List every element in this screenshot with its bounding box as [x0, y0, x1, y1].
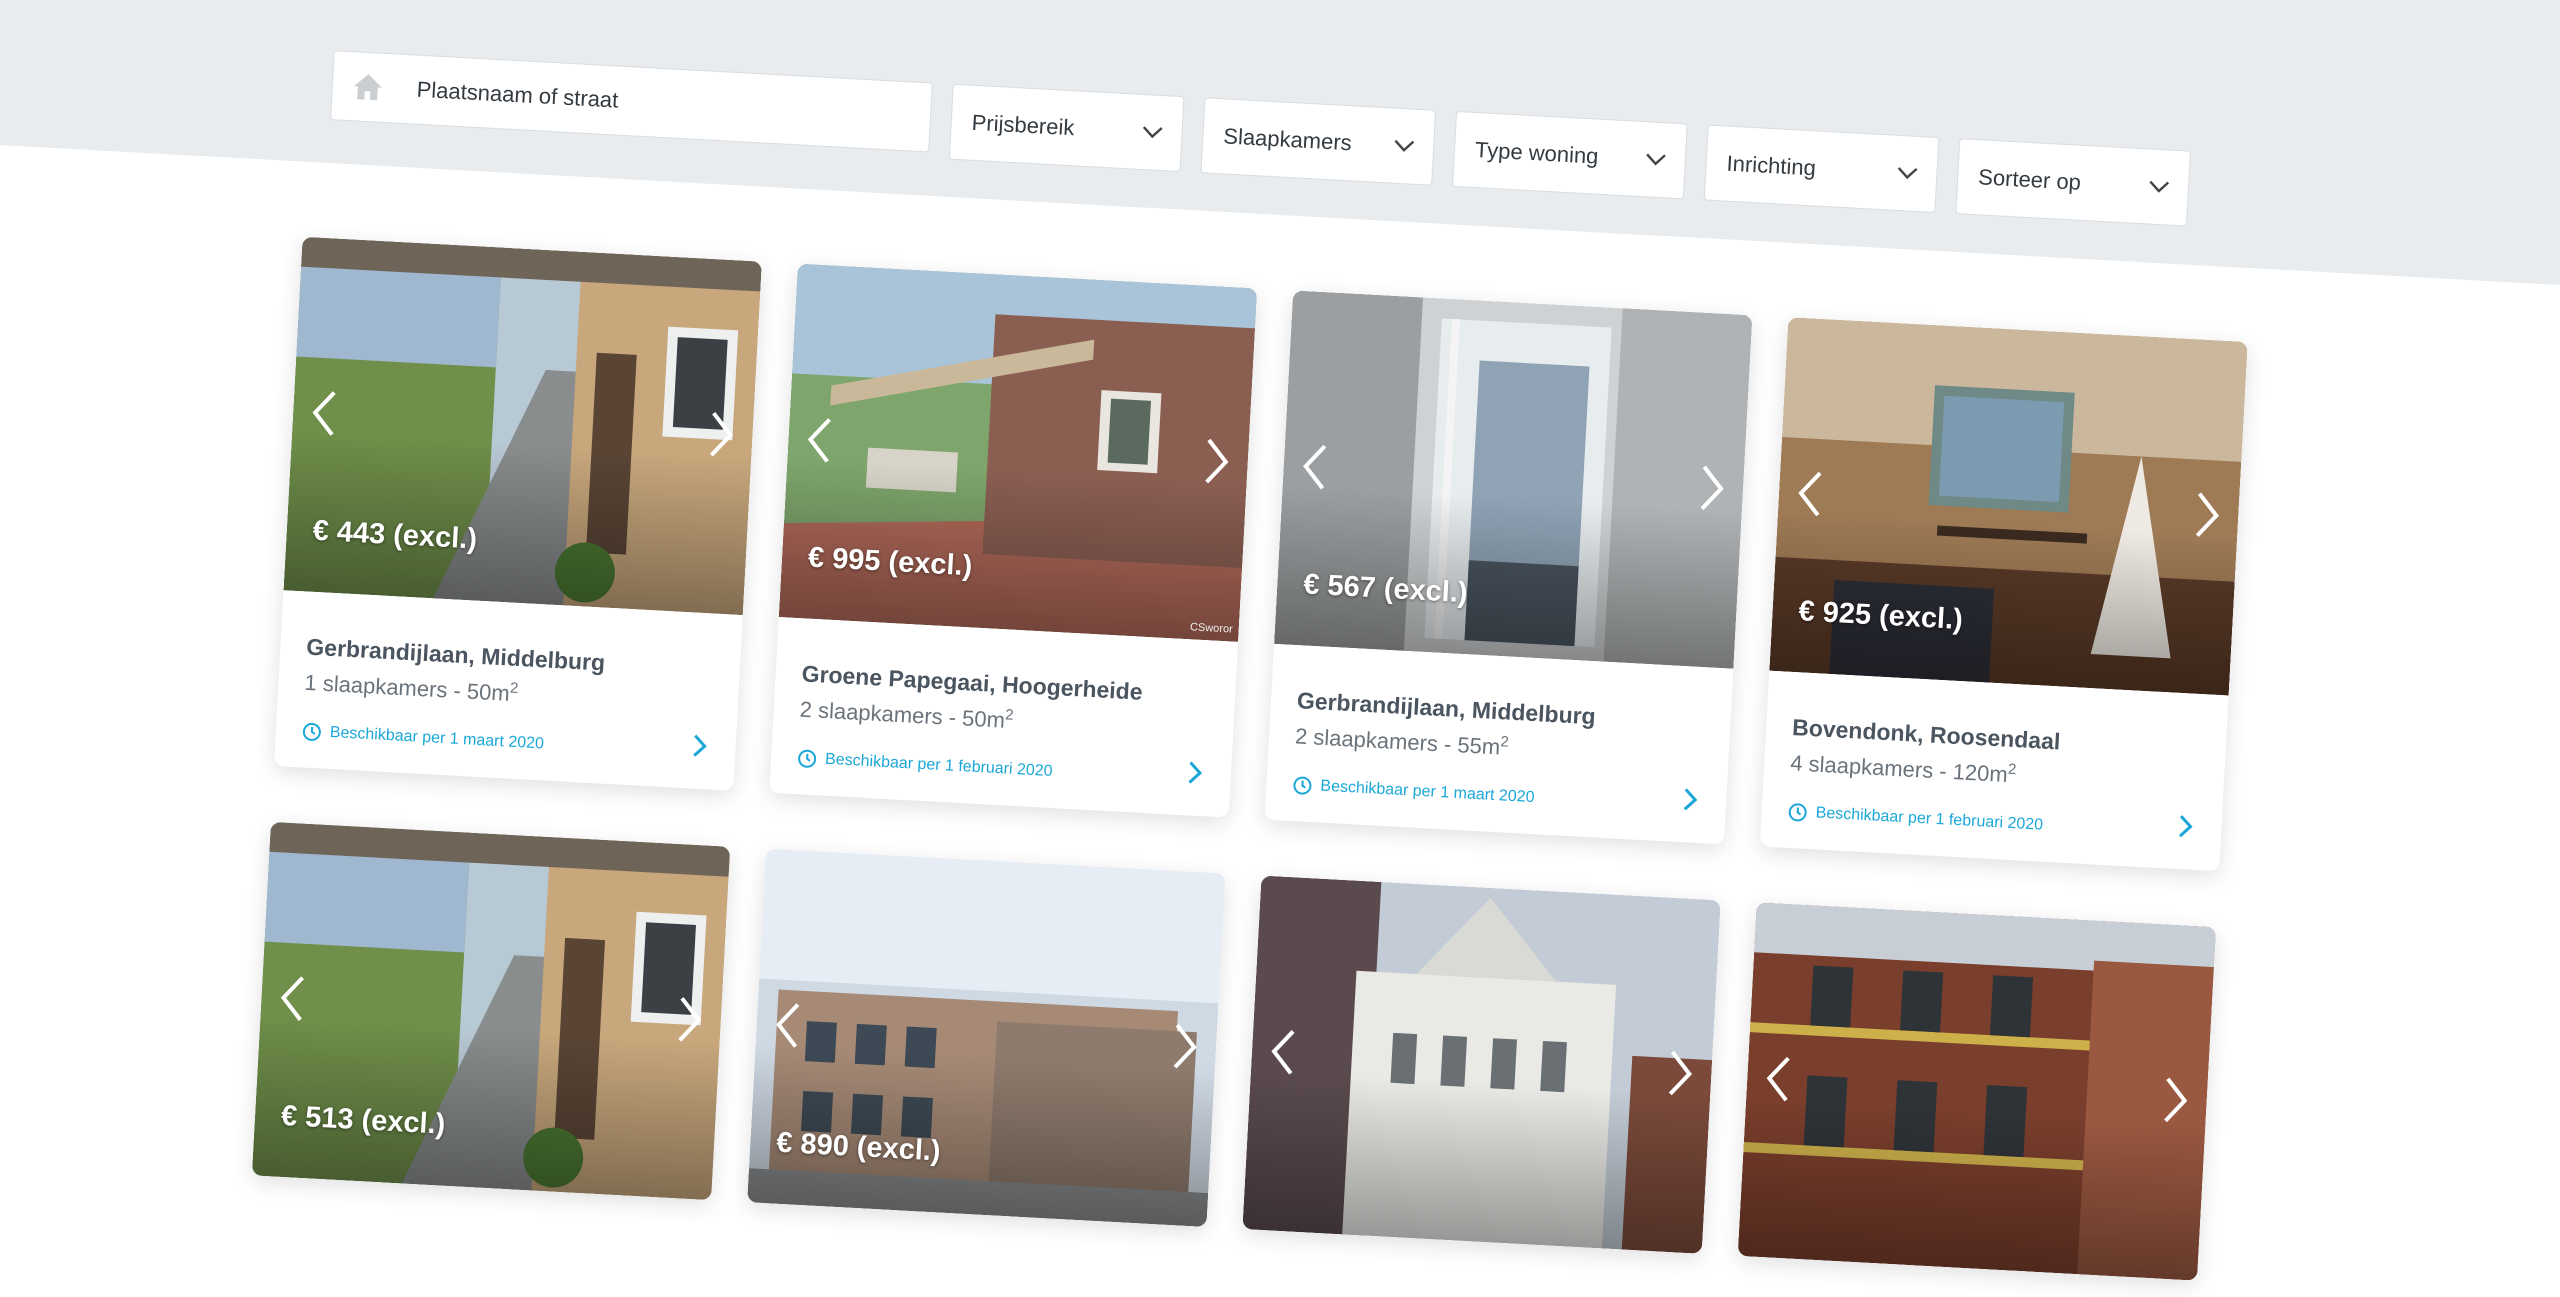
page-content: Plaatsnaam of straat Prijsbereik Slaapka…: [0, 0, 2556, 1293]
listing-card[interactable]: € 513 (excl.): [251, 822, 731, 1201]
listing-photo: € 995 (excl.) CSworor: [778, 263, 1258, 642]
chevron-right-icon[interactable]: [1198, 436, 1235, 488]
listing-info: Gerbrandijlaan, Middelburg 1 slaapkamers …: [274, 590, 743, 791]
chevron-down-icon: [1897, 167, 1918, 180]
listing-photo-image: [251, 822, 731, 1201]
chevron-left-icon[interactable]: [1760, 1053, 1797, 1105]
listing-card[interactable]: € 925 (excl.) Bovendonk, Roosendaal 4 slaa…: [1759, 317, 2248, 872]
listing-info: Groene Papegaai, Hoogerheide 2 slaapkamer…: [769, 617, 1238, 818]
listing-photo-image: [1274, 290, 1753, 669]
listing-photo-image: [747, 849, 1226, 1228]
chevron-right-icon[interactable]: [1662, 1048, 1699, 1100]
availability: Beschikbaar per 1 februari 2020: [1787, 802, 2195, 844]
chevron-right-icon[interactable]: [691, 733, 708, 760]
listing-photo-image: [1737, 902, 2217, 1282]
filter-type-dropdown[interactable]: Type woning: [1452, 110, 1688, 200]
availability: Beschikbaar per 1 maart 2020: [301, 722, 709, 764]
filter-furnishing-dropdown[interactable]: Inrichting: [1703, 124, 1940, 213]
availability-text: Beschikbaar per 1 maart 2020: [329, 724, 545, 753]
listing-photo-image: [283, 236, 762, 616]
availability-text: Beschikbaar per 1 februari 2020: [824, 751, 1053, 781]
filter-price-dropdown[interactable]: Prijsbereik: [948, 83, 1185, 173]
chevron-left-icon[interactable]: [1296, 441, 1333, 493]
filter-bedrooms-dropdown[interactable]: Slaapkamers: [1200, 97, 1437, 186]
listing-specs-text: 1 slaapkamers - 50m: [303, 669, 511, 706]
chevron-right-icon[interactable]: [672, 994, 709, 1046]
listing-photo: [1737, 902, 2217, 1282]
listing-specs-text: 2 slaapkamers - 55m: [1294, 723, 1501, 760]
availability: Beschikbaar per 1 maart 2020: [1292, 775, 1700, 817]
listing-card[interactable]: € 890 (excl.): [747, 849, 1226, 1228]
chevron-right-icon[interactable]: [2189, 489, 2226, 541]
chevron-left-icon[interactable]: [769, 1000, 806, 1052]
unit-exponent: 2: [1500, 733, 1510, 751]
filter-label: Prijsbereik: [971, 109, 1076, 141]
listing-card[interactable]: [1737, 902, 2217, 1282]
listing-photo-image: [1242, 875, 1721, 1255]
listing-info: Bovendonk, Roosendaal 4 slaapkamers - 120…: [1760, 671, 2229, 872]
chevron-right-icon[interactable]: [2177, 813, 2194, 840]
chevron-left-icon[interactable]: [801, 414, 838, 466]
availability-text: Beschikbaar per 1 maart 2020: [1319, 777, 1535, 807]
filter-label: Inrichting: [1726, 150, 1817, 181]
chevron-left-icon[interactable]: [1792, 468, 1829, 520]
listing-photo: € 567 (excl.): [1274, 290, 1753, 669]
listing-photo: € 443 (excl.): [283, 236, 762, 616]
chevron-right-icon[interactable]: [1167, 1021, 1204, 1073]
home-icon: [353, 74, 382, 101]
chevron-right-icon[interactable]: [703, 409, 740, 461]
listing-photo: € 925 (excl.): [1769, 317, 2248, 696]
listing-specs-text: 2 slaapkamers - 50m: [799, 696, 1006, 733]
listing-card[interactable]: € 443 (excl.) Gerbrandijlaan, Middelburg 1…: [273, 236, 762, 792]
availability: Beschikbaar per 1 februari 2020: [797, 749, 1205, 791]
sort-dropdown[interactable]: Sorteer op: [1955, 138, 2192, 227]
chevron-left-icon[interactable]: [274, 973, 311, 1025]
chevron-down-icon: [1142, 126, 1163, 139]
listing-card[interactable]: € 995 (excl.) CSworor Groene Papegaai, Hoo…: [769, 263, 1258, 818]
photo-credit: CSworor: [1189, 621, 1234, 636]
listing-photo: [1242, 875, 1721, 1255]
clock-icon: [798, 750, 817, 769]
unit-exponent: 2: [1004, 706, 1015, 724]
filter-label: Type woning: [1474, 137, 1600, 169]
chevron-right-icon[interactable]: [1694, 462, 1731, 514]
clock-icon: [1293, 776, 1312, 795]
search-input[interactable]: Plaatsnaam of straat: [329, 50, 933, 153]
chevron-left-icon[interactable]: [306, 387, 343, 439]
listing-photo: € 513 (excl.): [251, 822, 731, 1201]
availability-text: Beschikbaar per 1 februari 2020: [1815, 804, 2044, 835]
chevron-right-icon[interactable]: [1186, 760, 1203, 787]
unit-exponent: 2: [509, 679, 519, 698]
listing-photo-image: [778, 263, 1258, 642]
chevron-down-icon: [1646, 153, 1666, 166]
clock-icon: [1788, 803, 1807, 822]
listing-info: Gerbrandijlaan, Middelburg 2 slaapkamers …: [1265, 644, 1734, 845]
unit-exponent: 2: [2007, 760, 2017, 779]
filter-label: Slaapkamers: [1222, 123, 1353, 156]
listing-card[interactable]: [1242, 875, 1721, 1255]
listing-photo: € 890 (excl.): [747, 849, 1226, 1228]
listing-photo-image: [1769, 317, 2248, 696]
filter-label: Sorteer op: [1977, 164, 2082, 195]
listing-grid: € 443 (excl.) Gerbrandijlaan, Middelburg 1…: [251, 236, 2248, 1282]
clock-icon: [302, 723, 321, 742]
listing-specs-text: 4 slaapkamers - 120m: [1789, 750, 2009, 788]
chevron-down-icon: [2149, 180, 2170, 193]
chevron-right-icon[interactable]: [2157, 1075, 2194, 1127]
chevron-right-icon[interactable]: [1682, 786, 1699, 813]
chevron-down-icon: [1394, 139, 1415, 152]
listing-card[interactable]: € 567 (excl.) Gerbrandijlaan, Middelburg 2…: [1264, 290, 1753, 845]
search-placeholder: Plaatsnaam of straat: [416, 76, 619, 113]
chevron-left-icon[interactable]: [1265, 1026, 1302, 1078]
